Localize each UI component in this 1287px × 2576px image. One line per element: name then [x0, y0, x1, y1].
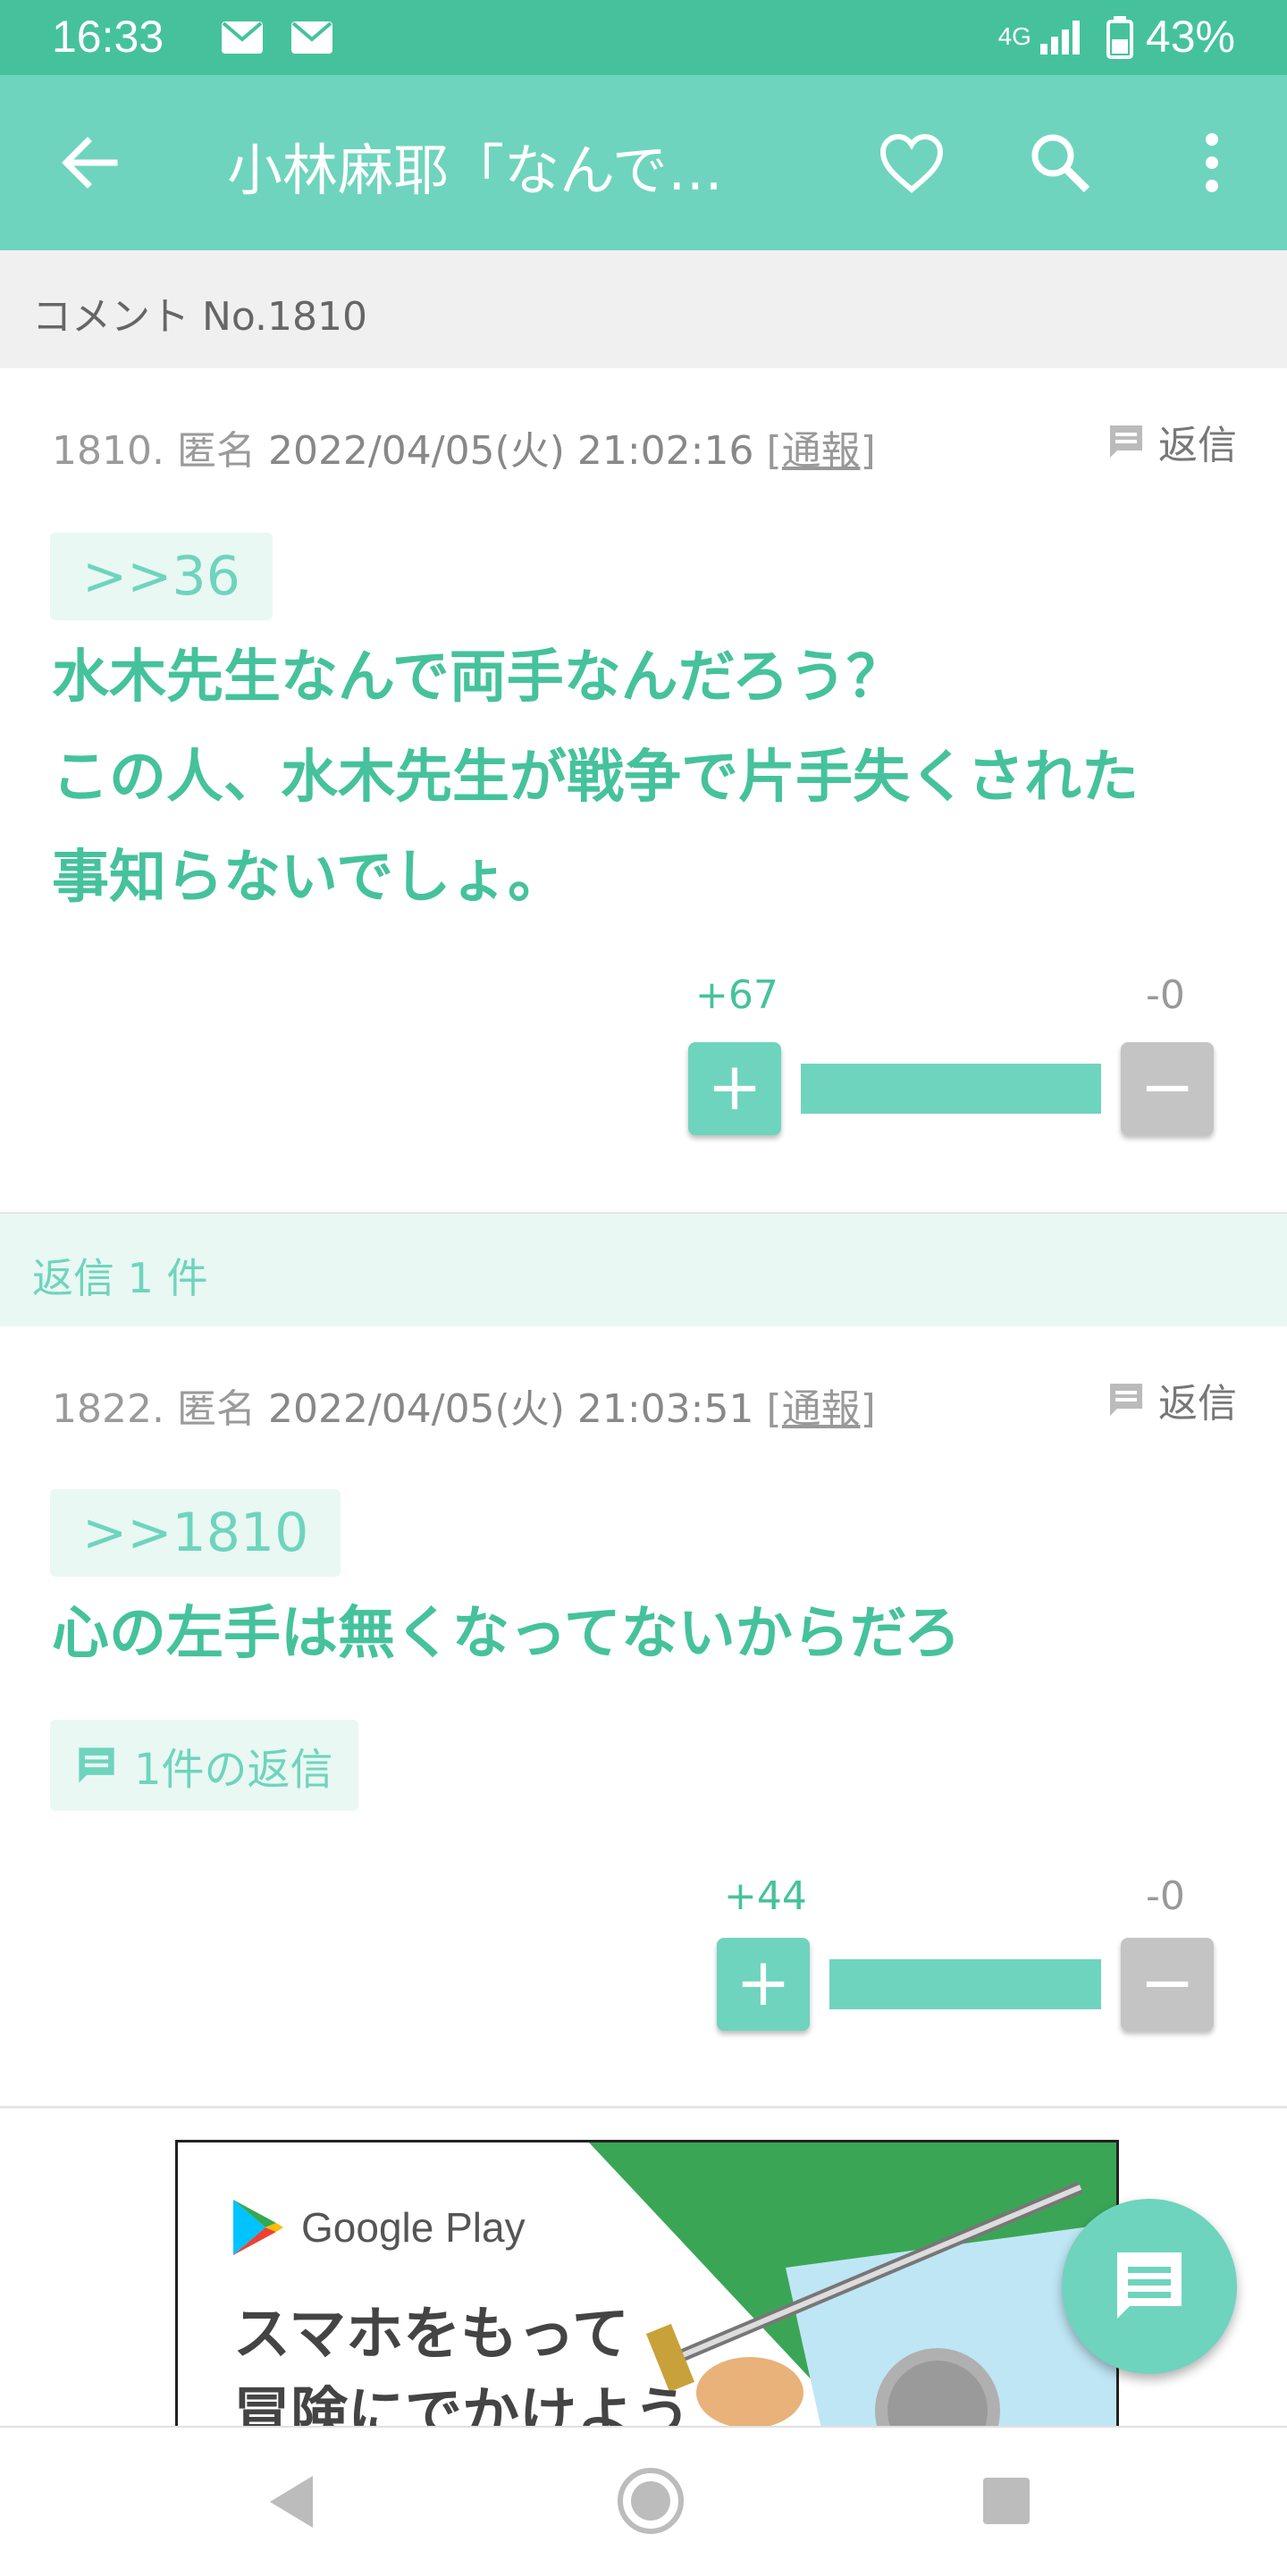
plus-count: +67	[695, 972, 778, 1018]
app-bar: 小林麻耶「なんで…	[0, 75, 1287, 250]
minus-icon: −	[1139, 1048, 1195, 1125]
anchor-link[interactable]: >>36	[50, 533, 273, 620]
battery-level: 43%	[1145, 12, 1235, 62]
comment-card: 1810. 匿名 2022/04/05(火) 21:02:16 [通報] 返信 …	[0, 368, 1287, 1212]
comment-icon	[79, 1747, 114, 1783]
status-right: 4G 43%	[998, 11, 1235, 63]
comment-icon	[1110, 1384, 1142, 1416]
replies-button-label: 1件の返信	[134, 1745, 333, 1795]
vote-ratio-bar	[801, 1064, 1101, 1114]
vote-ratio-bar	[829, 1959, 1101, 2009]
google-play-logo: Google Play	[230, 2198, 526, 2257]
comment-meta: 1822. 匿名 2022/04/05(火) 21:03:51 [通報]	[52, 1376, 876, 1434]
vote-ratio-fill	[801, 1064, 1101, 1114]
reply-button[interactable]: 返信	[1106, 1371, 1237, 1428]
plus-icon: +	[706, 1048, 762, 1125]
section-header: コメント No.1810	[0, 250, 1287, 368]
minus-vote-button[interactable]: −	[1121, 1938, 1214, 2031]
replies-button[interactable]: 1件の返信	[50, 1720, 358, 1811]
ad-text: スマホをもって 冒険にでかけよう	[233, 2302, 691, 2431]
status-time: 16:33	[52, 12, 164, 62]
battery-icon	[1106, 16, 1133, 59]
comment-number: 1822. 匿名	[52, 1386, 256, 1432]
ad-banner[interactable]: Google Play スマホをもって 冒険にでかけよう	[175, 2140, 1119, 2431]
plus-count: +44	[724, 1873, 807, 1919]
minus-count: -0	[1146, 1873, 1185, 1919]
network-type: 4G	[997, 22, 1031, 50]
anchor-link[interactable]: >>1810	[50, 1489, 341, 1577]
reply-button[interactable]: 返信	[1106, 413, 1237, 470]
vote-ratio-fill	[829, 1959, 1101, 2009]
reply-count-label: 返信 1 件	[32, 1254, 208, 1302]
more-options-icon[interactable]	[1174, 125, 1249, 200]
new-comment-fab[interactable]	[1062, 2199, 1237, 2374]
google-play-icon	[233, 2200, 283, 2255]
reply-count-band: 返信 1 件	[0, 1214, 1287, 1326]
nav-recents-icon[interactable]	[981, 2476, 1031, 2526]
system-nav-bar	[0, 2426, 1287, 2576]
chat-icon	[1117, 2252, 1182, 2319]
section-header-label: コメント No.1810	[32, 294, 368, 340]
report-link[interactable]: [通報]	[767, 1386, 876, 1432]
comment-date: 2022/04/05(火) 21:02:16	[267, 428, 754, 474]
reply-button-label: 返信	[1158, 1381, 1237, 1427]
comment-icon	[1110, 425, 1142, 458]
signal-icon	[1039, 21, 1080, 55]
favorite-heart-icon[interactable]	[874, 125, 949, 200]
comment-body: 水木先生なんで両手なんだろう？ この人、水木先生が戦争で片手失くされた 事知らな…	[52, 644, 1139, 911]
status-bar: 16:33 4G 43%	[0, 0, 1287, 75]
comment-date: 2022/04/05(火) 21:03:51	[267, 1386, 754, 1432]
comment-meta: 1810. 匿名 2022/04/05(火) 21:02:16 [通報]	[52, 418, 876, 476]
page-title: 小林麻耶「なんで…	[227, 138, 723, 203]
nav-home-icon[interactable]	[615, 2465, 686, 2537]
minus-count: -0	[1146, 972, 1185, 1018]
minus-icon: −	[1139, 1944, 1195, 2021]
divider	[0, 2106, 1287, 2109]
back-arrow-icon[interactable]	[55, 129, 123, 197]
store-name: Google Play	[301, 2204, 526, 2251]
plus-icon: +	[735, 1944, 791, 2021]
reply-button-label: 返信	[1158, 423, 1237, 468]
mail-icon	[222, 21, 263, 54]
comment-body: 心の左手は無くなってないからだろ	[52, 1601, 961, 1667]
mail-icon	[291, 21, 332, 54]
minus-vote-button[interactable]: −	[1121, 1042, 1214, 1135]
comment-number: 1810. 匿名	[52, 428, 256, 474]
search-icon[interactable]	[1022, 125, 1098, 200]
nav-back-icon[interactable]	[265, 2472, 318, 2531]
comment-card: 1822. 匿名 2022/04/05(火) 21:03:51 [通報] 返信 …	[0, 1326, 1287, 2106]
plus-vote-button[interactable]: +	[688, 1042, 781, 1135]
report-link[interactable]: [通報]	[767, 428, 876, 474]
plus-vote-button[interactable]: +	[717, 1938, 810, 2031]
